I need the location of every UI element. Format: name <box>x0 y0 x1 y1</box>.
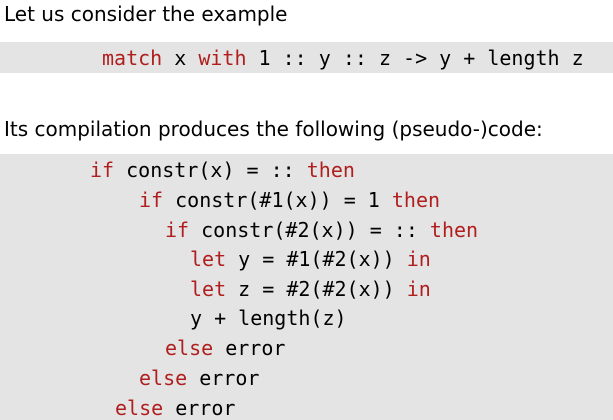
code-segment: constr(#2(x)) = :: <box>189 218 430 242</box>
example-code-line: match x with 1 :: y :: z -> y + length z <box>102 46 584 70</box>
keyword-else: else <box>165 336 214 360</box>
code-segment: x <box>162 46 199 70</box>
code-segment: error <box>213 336 286 360</box>
code-segment: y = #1(#2(x)) <box>226 247 407 271</box>
keyword-match: match <box>102 46 163 70</box>
keyword-then: then <box>429 218 479 242</box>
code-line-6: y + length(z) <box>190 306 347 330</box>
keyword-then: then <box>391 188 441 212</box>
keyword-if: if <box>90 158 115 182</box>
keyword-if: if <box>165 218 190 242</box>
keyword-let: let <box>190 277 227 301</box>
code-segment: constr(#1(x)) = 1 <box>163 188 392 212</box>
compiled-code-block: if constr(x) = :: then if constr(#1(x)) … <box>0 154 613 420</box>
keyword-with: with <box>198 46 247 70</box>
keyword-in: in <box>406 247 431 271</box>
code-line-3: if constr(#2(x)) = :: then <box>165 218 478 242</box>
intro-text: Let us consider the example <box>4 2 288 26</box>
code-line-5: let z = #2(#2(x)) in <box>190 277 431 301</box>
keyword-else: else <box>139 366 188 390</box>
example-code-block: match x with 1 :: y :: z -> y + length z <box>0 42 613 73</box>
code-segment: error <box>163 396 236 420</box>
code-line-9: else error <box>115 396 235 420</box>
keyword-in: in <box>406 277 431 301</box>
keyword-if: if <box>139 188 164 212</box>
keyword-let: let <box>190 247 227 271</box>
code-line-2: if constr(#1(x)) = 1 then <box>139 188 440 212</box>
code-segment: constr(x) = :: <box>114 158 307 182</box>
code-segment: error <box>187 366 260 390</box>
code-line-1: if constr(x) = :: then <box>90 158 355 182</box>
keyword-else: else <box>115 396 164 420</box>
code-segment: z = #2(#2(x)) <box>226 277 407 301</box>
code-line-8: else error <box>139 366 259 390</box>
keyword-then: then <box>306 158 355 182</box>
code-line-7: else error <box>165 336 285 360</box>
code-segment: y + length(z) <box>190 306 347 330</box>
code-line-4: let y = #1(#2(x)) in <box>190 247 431 271</box>
code-segment: 1 :: y :: z -> y + length z <box>246 46 584 70</box>
compilation-intro-text: Its compilation produces the following (… <box>4 117 543 141</box>
